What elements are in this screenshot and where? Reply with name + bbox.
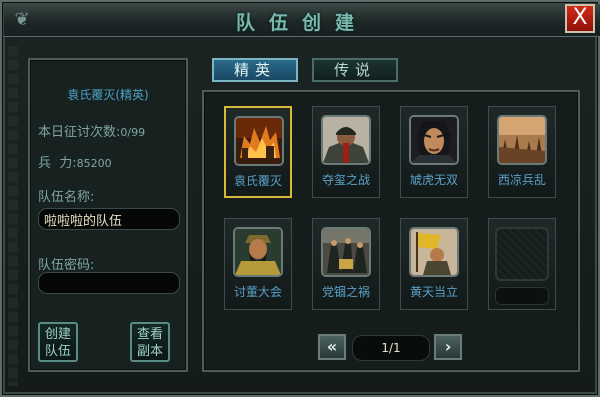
dungeon-name: 党锢之祸 (321, 285, 370, 299)
dungeon-card-tiger[interactable]: 虓虎无双 (400, 106, 468, 198)
armored-general-icon (321, 115, 371, 165)
selected-dungeon-name: 袁氏覆灭(精英) (67, 88, 149, 102)
team-info-panel: 袁氏覆灭(精英) 本日征讨次数:0/99 兵 力:85200 队伍名称: 队伍密… (28, 58, 188, 372)
dungeon-card-xiliang[interactable]: 西凉兵乱 (488, 106, 556, 198)
decorative-spine (8, 46, 18, 386)
next-page-button[interactable]: › (434, 334, 462, 360)
dungeon-name: 袁氏覆灭 (233, 174, 282, 188)
troop-strength-label: 兵 力: (38, 156, 77, 171)
view-dungeon-button[interactable]: 查看 副本 (130, 322, 170, 362)
chevron-right-icon: › (444, 337, 452, 356)
create-team-label-1: 创建 (44, 327, 71, 342)
close-button[interactable]: X (565, 4, 595, 33)
team-name-input[interactable] (38, 208, 180, 230)
dungeon-grid: 袁氏覆灭 夺玺之战 虓虎无双 西凉兵乱 讨董大会 党锢之祸 黄天当立 (202, 90, 580, 372)
create-team-button[interactable]: 创建 队伍 (38, 322, 78, 362)
dungeon-card-seal-war[interactable]: 夺玺之战 (312, 106, 380, 198)
dungeon-name: 讨董大会 (233, 285, 282, 299)
dungeon-card-yellow-heaven[interactable]: 黄天当立 (400, 218, 468, 310)
double-chevron-left-icon: « (326, 337, 338, 356)
daily-attempts: 本日征讨次数:0/99 (38, 121, 145, 140)
team-password-input[interactable] (38, 272, 180, 294)
team-name-label: 队伍名称: (38, 190, 95, 205)
page-indicator: 1/1 (352, 335, 430, 361)
yellow-banner-icon (409, 227, 459, 277)
dungeon-card-partisan[interactable]: 党锢之祸 (312, 218, 380, 310)
close-icon: X (572, 5, 588, 30)
prev-page-button[interactable]: « (318, 334, 346, 360)
officials-court-icon (321, 227, 371, 277)
tab-elite[interactable]: 精英 (212, 58, 298, 82)
daily-attempts-label: 本日征讨次数: (38, 125, 121, 140)
create-team-label-2: 队伍 (44, 344, 71, 359)
team-create-dialog: ❦ 队伍创建 X 袁氏覆灭(精英) 本日征讨次数:0/99 兵 力:85200 … (0, 0, 600, 397)
dungeon-name: 夺玺之战 (321, 173, 370, 187)
dungeon-name: 虓虎无双 (409, 173, 458, 187)
dungeon-name: 黄天当立 (409, 285, 458, 299)
daily-attempts-value: 0/99 (120, 126, 146, 139)
dungeon-card-yuan-collapse[interactable]: 袁氏覆灭 (224, 106, 292, 198)
window-title: 队伍创建 (235, 12, 368, 34)
locked-slot-icon (495, 227, 549, 281)
troop-strength-value: 85200 (76, 157, 112, 170)
burning-city-icon (234, 116, 284, 166)
troop-strength: 兵 力:85200 (38, 152, 112, 171)
title-bar[interactable]: ❦ 队伍创建 (4, 4, 600, 37)
soldiers-battle-icon (497, 115, 547, 165)
dungeon-name: 西凉兵乱 (497, 173, 546, 187)
tab-legend[interactable]: 传说 (312, 58, 398, 82)
view-dungeon-label-2: 副本 (136, 344, 163, 359)
warrior-portrait-icon (409, 115, 459, 165)
locked-slot-bar (495, 287, 549, 305)
dungeon-card-anti-dong[interactable]: 讨董大会 (224, 218, 292, 310)
view-dungeon-label-1: 查看 (136, 327, 163, 342)
bearded-general-icon (233, 227, 283, 277)
team-password-label: 队伍密码: (38, 258, 95, 273)
dungeon-card-locked (488, 218, 556, 310)
